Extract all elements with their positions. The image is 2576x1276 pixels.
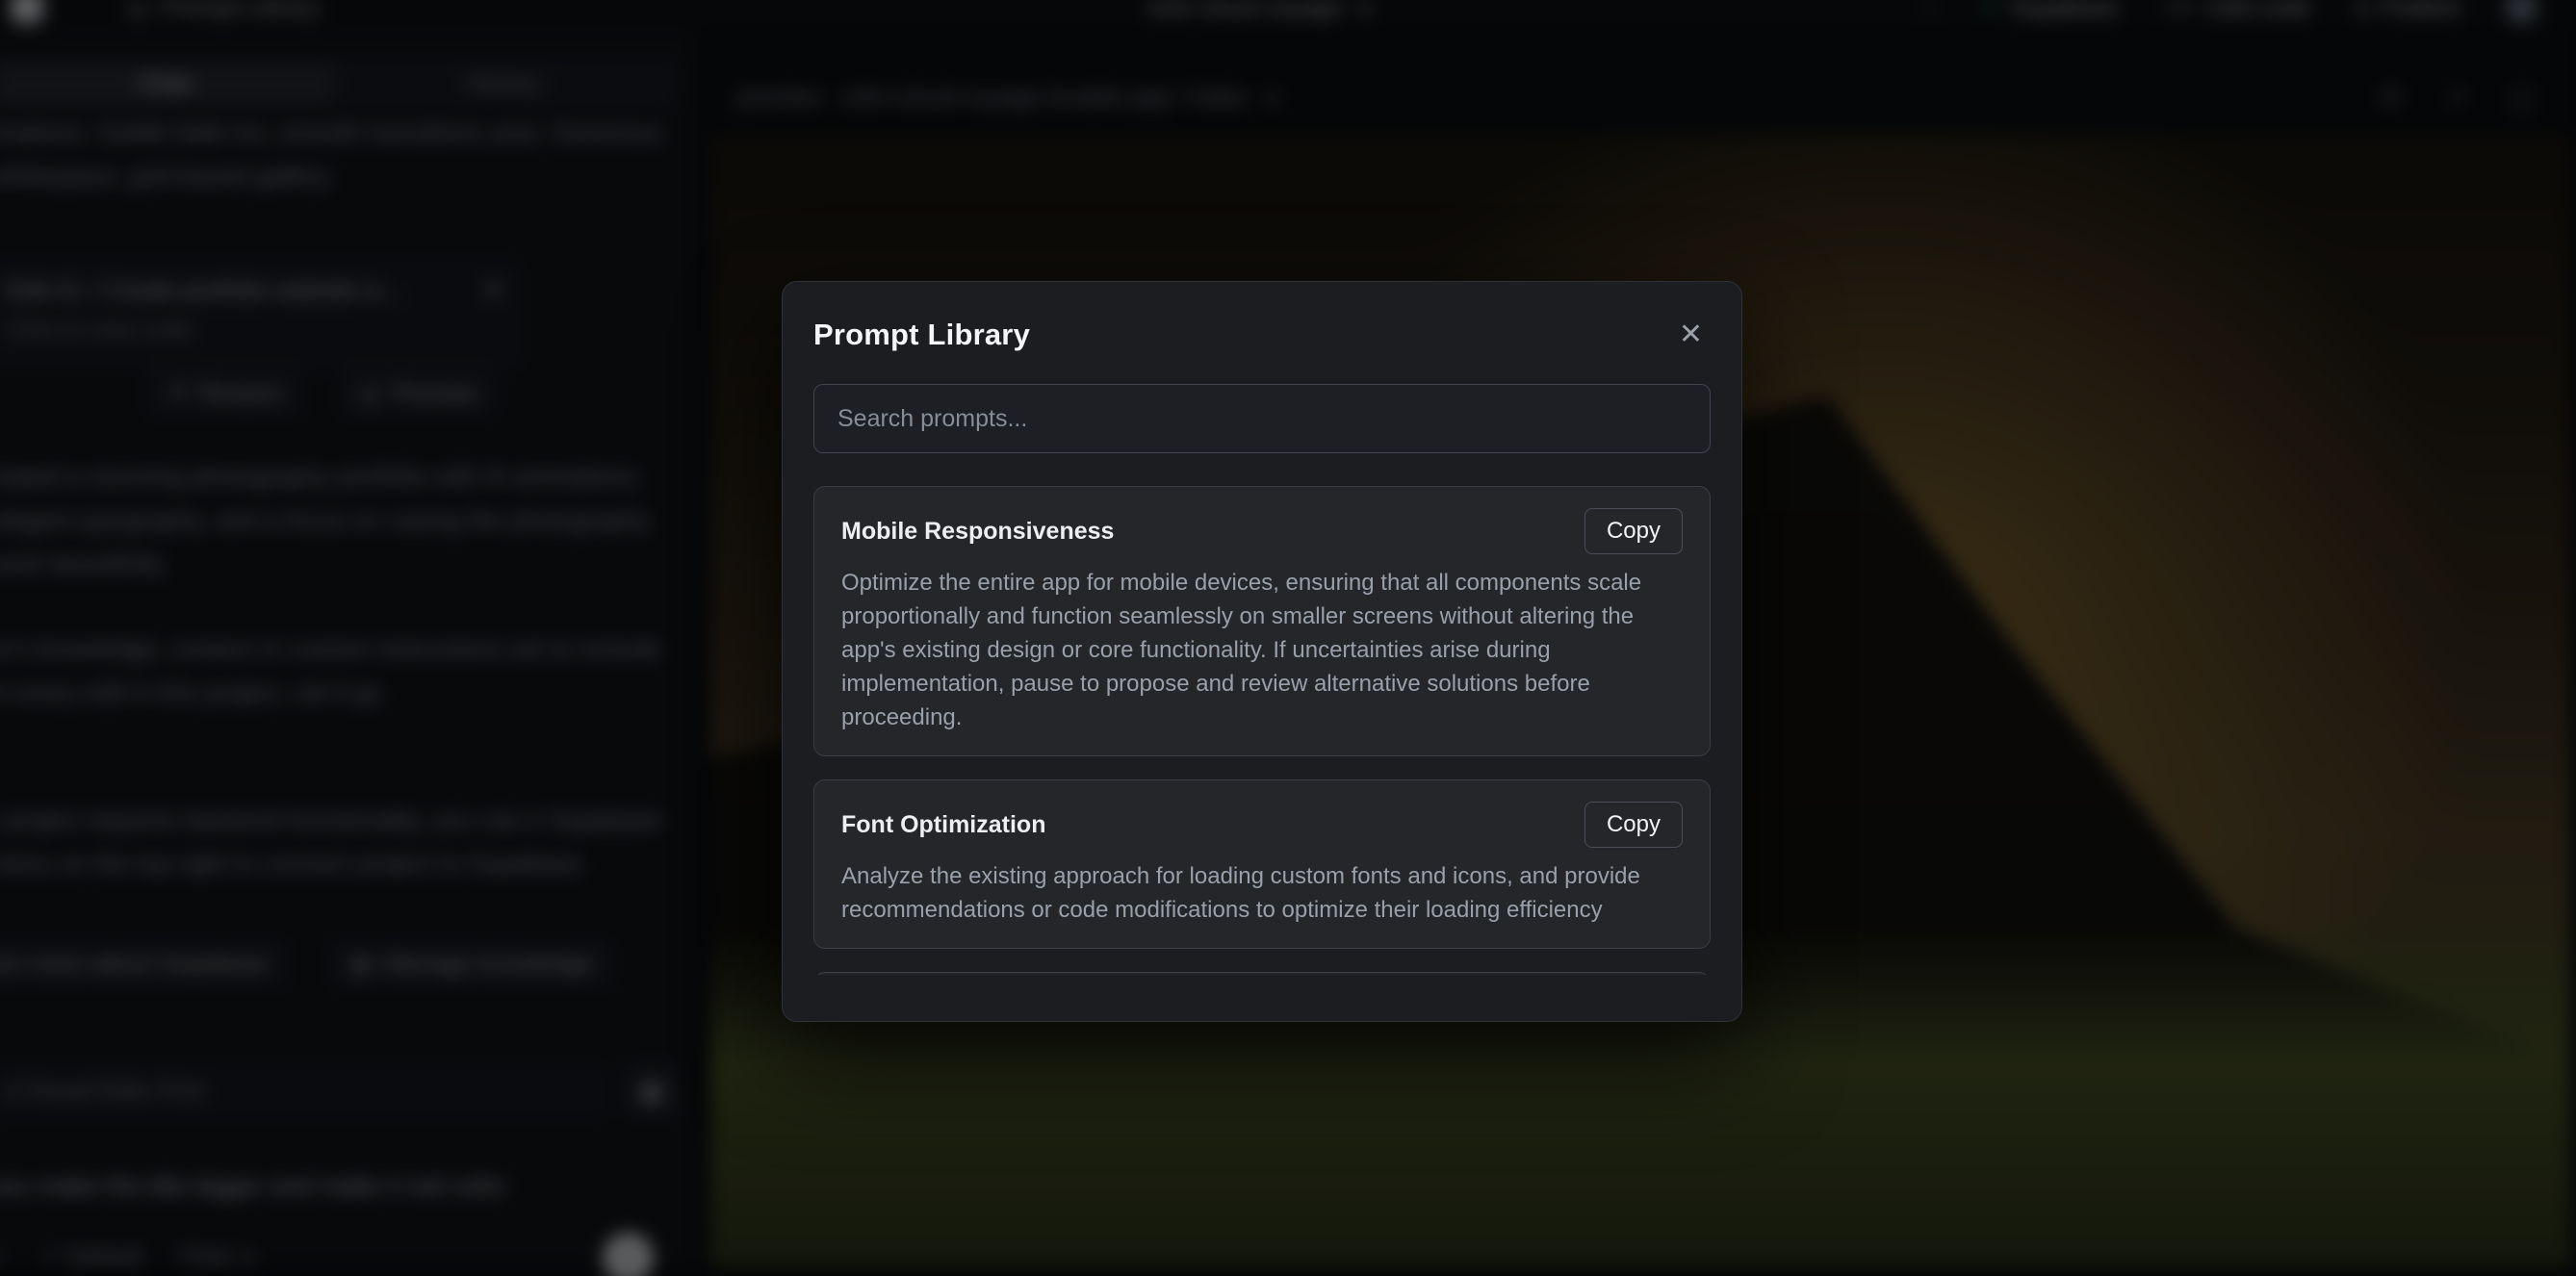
modal-header: Prompt Library ✕ <box>813 317 1711 353</box>
modal-close-icon[interactable]: ✕ <box>1671 317 1711 353</box>
prompt-library-modal: Prompt Library ✕ Mobile Responsiveness C… <box>782 281 1742 1022</box>
prompt-description: Analyze the existing approach for loadin… <box>841 859 1683 927</box>
prompt-card-mobile-responsiveness[interactable]: Mobile Responsiveness Copy Optimize the … <box>813 486 1711 756</box>
search-input[interactable] <box>813 384 1711 453</box>
prompt-title: Font Optimization <box>841 811 1045 839</box>
prompt-card-font-optimization[interactable]: Font Optimization Copy Analyze the exist… <box>813 779 1711 949</box>
prompt-description: Optimize the entire app for mobile devic… <box>841 566 1683 734</box>
prompt-title: Mobile Responsiveness <box>841 518 1114 546</box>
copy-button[interactable]: Copy <box>1584 802 1683 848</box>
copy-button[interactable]: Copy <box>1584 508 1683 554</box>
prompt-card-partial[interactable] <box>813 972 1711 975</box>
prompt-list: Mobile Responsiveness Copy Optimize the … <box>813 486 1711 975</box>
screen: ▤ Prompt Library orlin cloud voyage ∨ ◌ … <box>0 0 2576 1276</box>
modal-title: Prompt Library <box>813 318 1030 352</box>
